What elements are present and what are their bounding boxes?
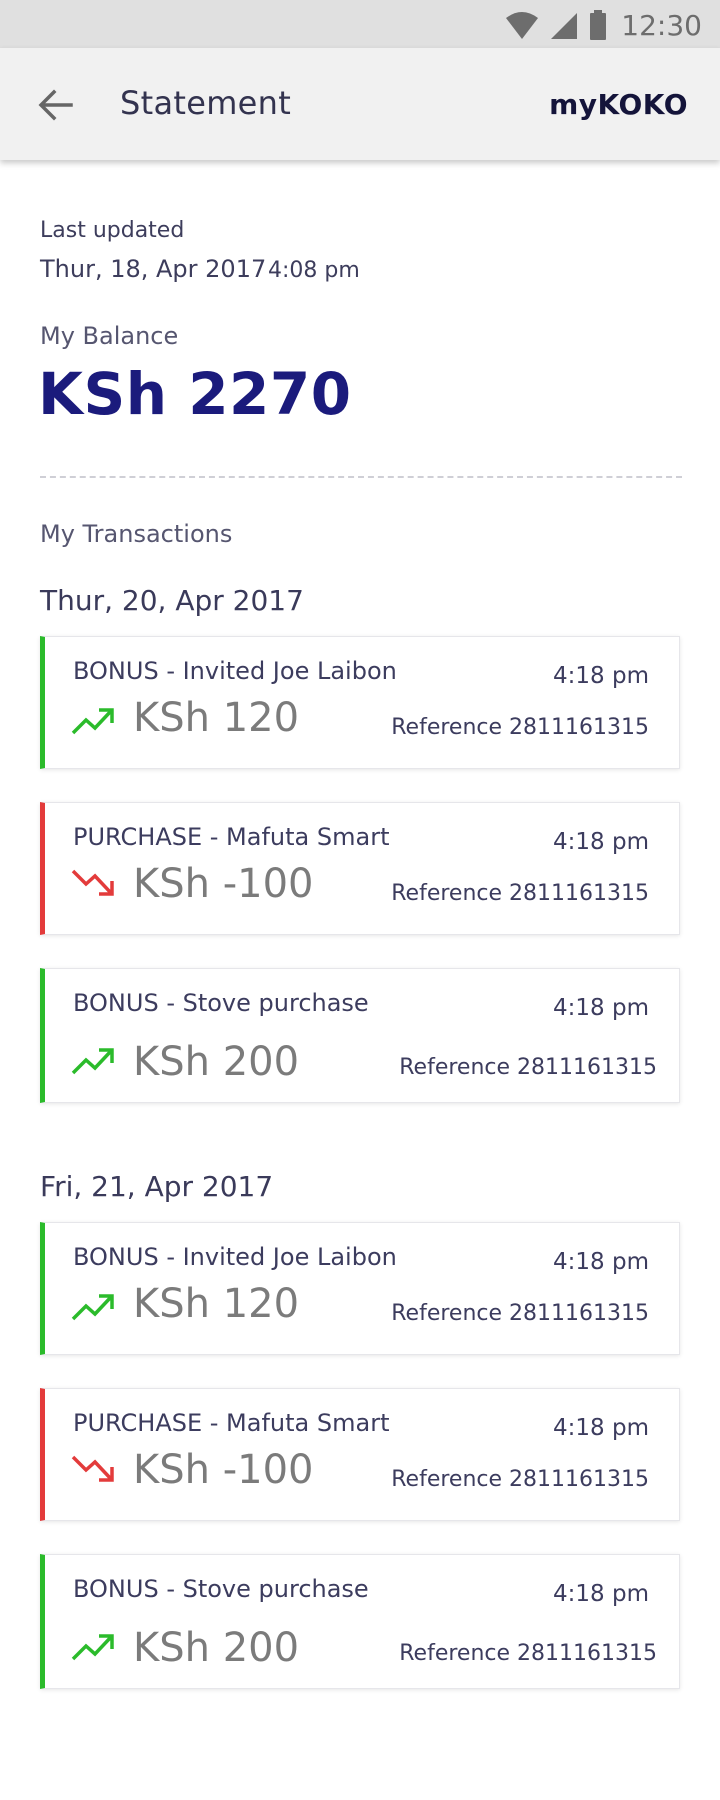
transactions-label: My Transactions bbox=[40, 520, 233, 548]
transaction-reference: Reference 2811161315 bbox=[391, 1301, 649, 1326]
transaction-title: BONUS - Stove purchase bbox=[73, 989, 369, 1017]
transaction-reference: Reference 2811161315 bbox=[391, 1467, 649, 1492]
last-updated-time: 4:08 pm bbox=[268, 258, 360, 283]
status-icons: 12:30 bbox=[505, 8, 702, 42]
transaction-title: PURCHASE - Mafuta Smart bbox=[73, 1409, 390, 1437]
transaction-time: 4:18 pm bbox=[553, 1581, 649, 1607]
transaction-time: 4:18 pm bbox=[553, 829, 649, 855]
group-date-heading: Fri, 21, Apr 2017 bbox=[40, 1170, 274, 1203]
transaction-time: 4:18 pm bbox=[553, 995, 649, 1021]
trending-up-icon bbox=[71, 1634, 114, 1661]
transaction-amount: KSh 120 bbox=[133, 1281, 300, 1327]
transaction-amount: KSh 200 bbox=[133, 1625, 300, 1671]
last-updated-date: Thur, 18, Apr 2017 bbox=[40, 255, 267, 283]
arrow-left-icon bbox=[38, 89, 73, 121]
transaction-reference: Reference 2811161315 bbox=[391, 715, 649, 740]
transaction-title: BONUS - Invited Joe Laibon bbox=[73, 657, 397, 685]
group-date-heading: Thur, 20, Apr 2017 bbox=[40, 584, 304, 617]
transaction-amount: KSh 200 bbox=[133, 1039, 300, 1085]
transaction-card[interactable]: BONUS - Stove purchase 4:18 pm KSh 200 R… bbox=[40, 968, 680, 1103]
transaction-card[interactable]: PURCHASE - Mafuta Smart 4:18 pm KSh -100… bbox=[40, 802, 680, 935]
status-bar: 12:30 bbox=[0, 0, 720, 48]
transaction-title: BONUS - Invited Joe Laibon bbox=[73, 1243, 397, 1271]
transaction-card[interactable]: BONUS - Invited Joe Laibon 4:18 pm KSh 1… bbox=[40, 636, 680, 769]
cell-signal-icon bbox=[551, 13, 578, 39]
transaction-card[interactable]: BONUS - Stove purchase 4:18 pm KSh 200 R… bbox=[40, 1554, 680, 1689]
trending-down-icon bbox=[71, 869, 114, 896]
trending-up-icon bbox=[71, 1048, 114, 1075]
divider bbox=[40, 476, 682, 478]
back-button[interactable] bbox=[32, 82, 78, 128]
transaction-card[interactable]: BONUS - Invited Joe Laibon 4:18 pm KSh 1… bbox=[40, 1222, 680, 1355]
transaction-title: BONUS - Stove purchase bbox=[73, 1575, 369, 1603]
transaction-reference: Reference 2811161315 bbox=[399, 1055, 657, 1080]
page-title: Statement bbox=[120, 84, 292, 122]
trending-down-icon bbox=[71, 1455, 114, 1482]
status-time: 12:30 bbox=[621, 8, 702, 42]
transaction-amount: KSh 120 bbox=[133, 695, 300, 741]
transaction-reference: Reference 2811161315 bbox=[391, 881, 649, 906]
transaction-card[interactable]: PURCHASE - Mafuta Smart 4:18 pm KSh -100… bbox=[40, 1388, 680, 1521]
battery-icon bbox=[590, 10, 607, 40]
wifi-icon bbox=[506, 12, 539, 39]
transaction-amount: KSh -100 bbox=[133, 1447, 314, 1493]
transaction-reference: Reference 2811161315 bbox=[399, 1641, 657, 1666]
trending-up-icon bbox=[71, 1294, 114, 1321]
brand-logo[interactable]: myKOKO bbox=[549, 88, 688, 121]
transaction-time: 4:18 pm bbox=[553, 663, 649, 689]
transaction-title: PURCHASE - Mafuta Smart bbox=[73, 823, 390, 851]
balance-label: My Balance bbox=[40, 322, 179, 350]
transaction-amount: KSh -100 bbox=[133, 861, 314, 907]
last-updated-label: Last updated bbox=[40, 218, 185, 243]
app-bar: Statement myKOKO bbox=[0, 48, 720, 160]
transaction-time: 4:18 pm bbox=[553, 1249, 649, 1275]
balance-value: KSh 2270 bbox=[38, 360, 352, 428]
transaction-time: 4:18 pm bbox=[553, 1415, 649, 1441]
trending-up-icon bbox=[71, 708, 114, 735]
